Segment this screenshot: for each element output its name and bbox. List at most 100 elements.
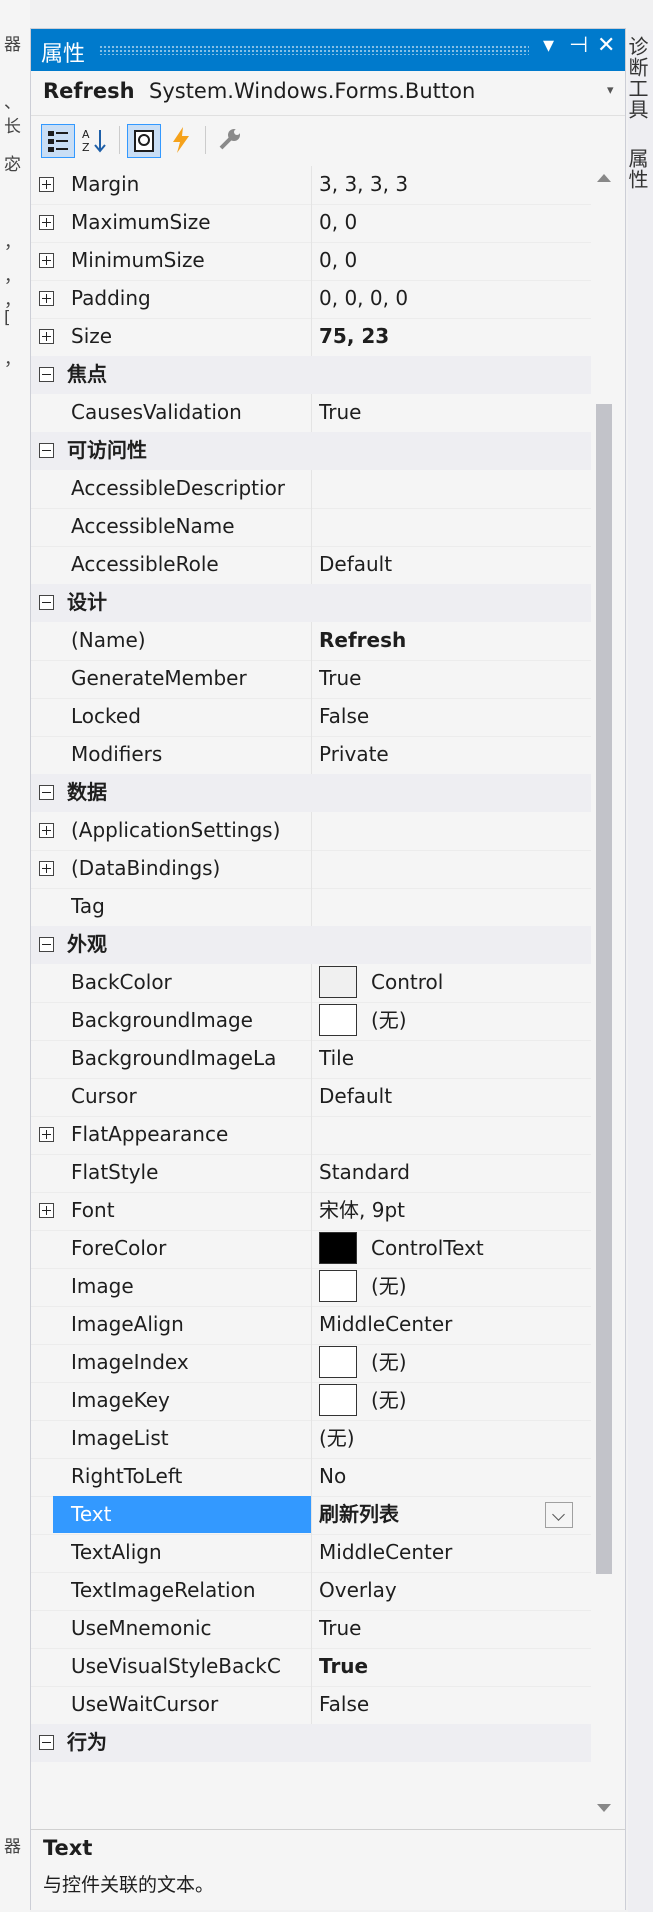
expand-icon[interactable] <box>39 329 54 344</box>
property-name[interactable]: (ApplicationSettings) <box>71 812 311 849</box>
category-row[interactable]: 数据 <box>31 774 591 812</box>
property-row[interactable]: UseMnemonic True <box>31 1610 591 1649</box>
category-row[interactable]: 外观 <box>31 926 591 964</box>
column-divider[interactable] <box>311 1382 312 1420</box>
property-row[interactable]: UseWaitCursor False <box>31 1686 591 1725</box>
column-divider[interactable] <box>311 1230 312 1268</box>
property-row[interactable]: Cursor Default <box>31 1078 591 1117</box>
property-value[interactable] <box>319 888 581 925</box>
column-divider[interactable] <box>311 1648 312 1686</box>
property-pages-button[interactable] <box>213 124 245 156</box>
property-name[interactable]: AccessibleName <box>71 508 311 545</box>
collapse-icon[interactable] <box>39 595 54 610</box>
property-name[interactable]: CausesValidation <box>71 394 311 431</box>
column-divider[interactable] <box>311 964 312 1002</box>
property-name[interactable]: Modifiers <box>71 736 311 773</box>
property-row[interactable]: Size 75, 23 <box>31 318 591 357</box>
scroll-down-icon[interactable] <box>597 1804 611 1812</box>
expand-icon[interactable] <box>39 215 54 230</box>
property-name[interactable]: UseMnemonic <box>71 1610 311 1647</box>
expand-icon[interactable] <box>39 1127 54 1142</box>
property-value[interactable]: (无) <box>319 1268 581 1305</box>
column-divider[interactable] <box>311 204 312 242</box>
property-name[interactable]: Text <box>53 1496 311 1533</box>
column-divider[interactable] <box>311 242 312 280</box>
property-grid[interactable]: Margin 3, 3, 3, 3 MaximumSize 0, 0 MinimumSi… <box>31 164 625 1829</box>
property-value[interactable]: False <box>319 1686 581 1723</box>
property-value[interactable] <box>319 508 581 545</box>
titlebar-grip[interactable] <box>99 45 529 55</box>
property-name[interactable]: ImageIndex <box>71 1344 311 1381</box>
collapse-icon[interactable] <box>39 937 54 952</box>
property-row[interactable]: ForeColor ControlText <box>31 1230 591 1269</box>
property-name[interactable]: MinimumSize <box>71 242 311 279</box>
property-row[interactable]: UseVisualStyleBackC True <box>31 1648 591 1687</box>
property-row[interactable]: TextAlign MiddleCenter <box>31 1534 591 1573</box>
panel-titlebar[interactable]: 属性 ▾ ⊣ ✕ <box>31 29 625 71</box>
column-divider[interactable] <box>311 622 312 660</box>
property-row[interactable]: Image (无) <box>31 1268 591 1307</box>
alphabetical-button[interactable]: A Z <box>79 124 111 156</box>
expand-icon[interactable] <box>39 291 54 306</box>
column-divider[interactable] <box>311 1458 312 1496</box>
property-value[interactable]: MiddleCenter <box>319 1534 581 1571</box>
property-value[interactable]: (无) <box>319 1382 581 1419</box>
property-row[interactable]: Locked False <box>31 698 591 737</box>
property-value[interactable]: No <box>319 1458 581 1495</box>
property-row[interactable]: TextImageRelation Overlay <box>31 1572 591 1611</box>
property-name[interactable]: AccessibleDescriptior <box>71 470 311 507</box>
category-row[interactable]: 可访问性 <box>31 432 591 470</box>
property-row[interactable]: ImageIndex (无) <box>31 1344 591 1383</box>
column-divider[interactable] <box>311 1116 312 1154</box>
property-name[interactable]: TextAlign <box>71 1534 311 1571</box>
property-name[interactable]: Size <box>71 318 311 355</box>
property-name[interactable]: BackgroundImage <box>71 1002 311 1039</box>
property-name[interactable]: Tag <box>71 888 311 925</box>
column-divider[interactable] <box>311 1306 312 1344</box>
property-row[interactable]: BackgroundImage (无) <box>31 1002 591 1041</box>
column-divider[interactable] <box>311 888 312 926</box>
property-value[interactable]: 0, 0, 0, 0 <box>319 280 581 317</box>
scroll-up-icon[interactable] <box>597 174 611 182</box>
property-value[interactable]: True <box>319 1610 581 1647</box>
property-row[interactable]: Margin 3, 3, 3, 3 <box>31 166 591 205</box>
property-row[interactable]: (Name) Refresh <box>31 622 591 661</box>
column-divider[interactable] <box>311 280 312 318</box>
expand-icon[interactable] <box>39 177 54 192</box>
property-value[interactable]: (无) <box>319 1344 581 1381</box>
property-value[interactable]: 0, 0 <box>319 242 581 279</box>
column-divider[interactable] <box>311 318 312 356</box>
property-row[interactable]: AccessibleRole Default <box>31 546 591 585</box>
column-divider[interactable] <box>311 1002 312 1040</box>
property-row[interactable]: (ApplicationSettings) <box>31 812 591 851</box>
collapse-icon[interactable] <box>39 443 54 458</box>
property-value[interactable]: Default <box>319 546 581 583</box>
property-name[interactable]: ForeColor <box>71 1230 311 1267</box>
property-name[interactable]: ImageKey <box>71 1382 311 1419</box>
property-name[interactable]: BackgroundImageLa <box>71 1040 311 1077</box>
property-name[interactable]: ImageList <box>71 1420 311 1457</box>
column-divider[interactable] <box>311 1192 312 1230</box>
expand-icon[interactable] <box>39 861 54 876</box>
property-value[interactable]: True <box>319 660 581 697</box>
properties-button[interactable] <box>127 124 161 158</box>
property-name[interactable]: MaximumSize <box>71 204 311 241</box>
property-row[interactable]: ImageAlign MiddleCenter <box>31 1306 591 1345</box>
column-divider[interactable] <box>311 1078 312 1116</box>
property-row[interactable]: FlatStyle Standard <box>31 1154 591 1193</box>
property-value[interactable]: (无) <box>319 1002 581 1039</box>
property-row[interactable]: CausesValidation True <box>31 394 591 433</box>
collapse-icon[interactable] <box>39 1735 54 1750</box>
collapse-icon[interactable] <box>39 367 54 382</box>
expand-icon[interactable] <box>39 1203 54 1218</box>
vertical-scrollbar[interactable] <box>593 164 615 1829</box>
category-row[interactable]: 行为 <box>31 1724 591 1762</box>
property-row[interactable]: MinimumSize 0, 0 <box>31 242 591 281</box>
column-divider[interactable] <box>311 470 312 508</box>
property-value[interactable]: Control <box>319 964 581 1001</box>
property-row[interactable]: Font 宋体, 9pt <box>31 1192 591 1231</box>
object-selector[interactable]: Refresh System.Windows.Forms.Button ▾ <box>31 71 625 116</box>
property-value[interactable]: 刷新列表 <box>319 1496 581 1533</box>
property-row[interactable]: Tag <box>31 888 591 927</box>
property-name[interactable]: FlatStyle <box>71 1154 311 1191</box>
